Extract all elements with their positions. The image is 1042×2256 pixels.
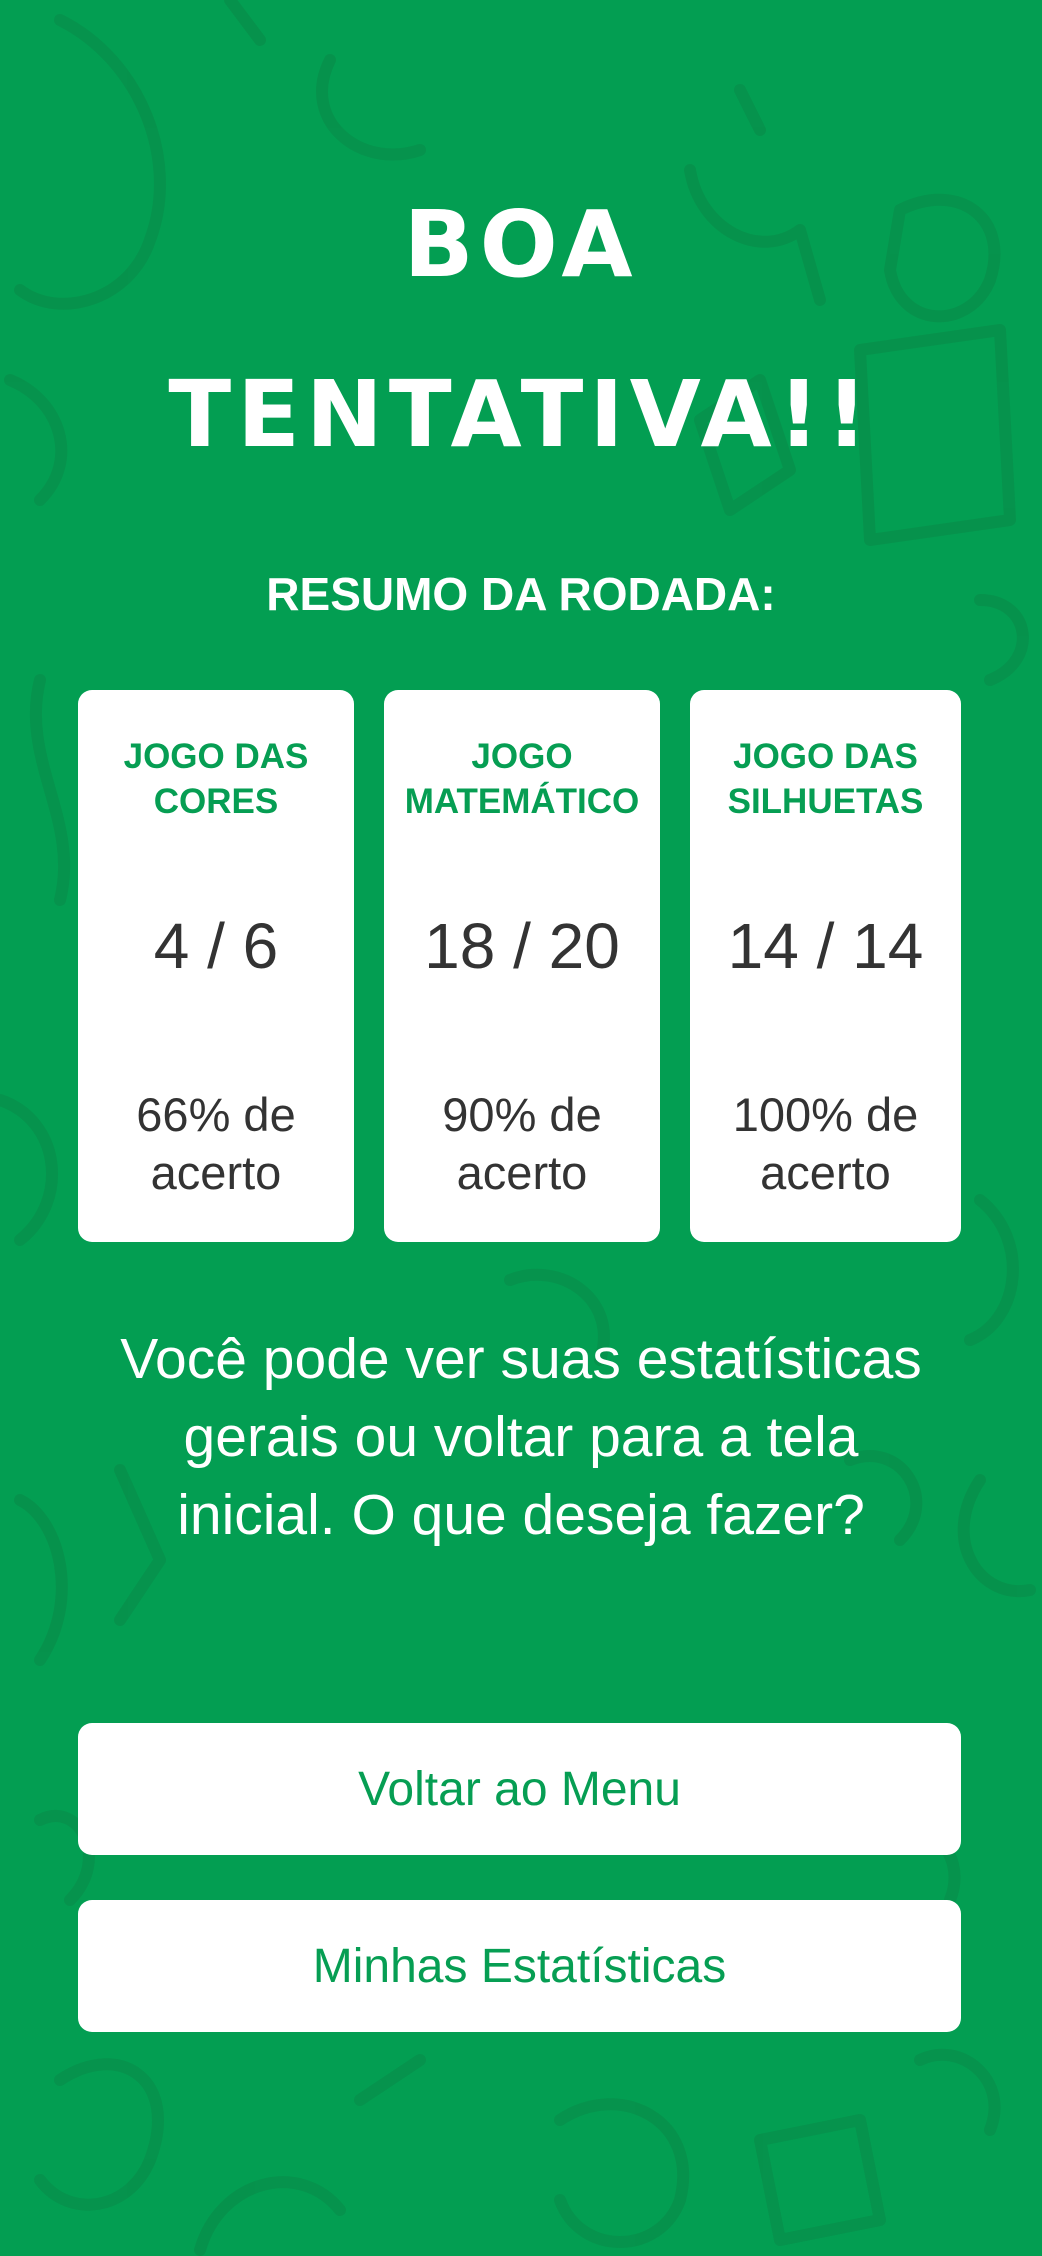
round-summary-heading: RESUMO DA RODADA: <box>266 568 776 620</box>
game-card-score: 18 / 20 <box>424 910 620 982</box>
back-to-menu-button[interactable]: Voltar ao Menu <box>78 1723 961 1855</box>
game-card-math: JOGO MATEMÁTICO 18 / 20 90% de acerto <box>384 690 660 1242</box>
game-card-title: JOGO DAS CORES <box>123 737 309 821</box>
game-card-title: JOGO MATEMÁTICO <box>404 737 640 821</box>
game-card-accuracy: 66% de acerto <box>136 1088 296 1199</box>
game-card-score: 4 / 6 <box>153 910 279 982</box>
next-action-prompt: Você pode ver suas estatísticas gerais o… <box>120 1327 922 1547</box>
result-screen: BOA TENTATIVA!! RESUMO DA RODADA: JOGO D… <box>0 0 1042 2256</box>
game-card-accuracy: 100% de acerto <box>732 1088 919 1199</box>
game-card-colors: JOGO DAS CORES 4 / 6 66% de acerto <box>78 690 354 1242</box>
result-title-line-1: BOA <box>403 191 639 298</box>
my-statistics-button[interactable]: Minhas Estatísticas <box>78 1900 961 2032</box>
game-card-title: JOGO DAS SILHUETAS <box>727 737 924 821</box>
game-card-accuracy: 90% de acerto <box>442 1088 602 1199</box>
game-card-score: 14 / 14 <box>727 910 924 982</box>
game-card-silhouettes: JOGO DAS SILHUETAS 14 / 14 100% de acert… <box>690 690 961 1242</box>
result-title-line-2: TENTATIVA!! <box>168 361 874 468</box>
